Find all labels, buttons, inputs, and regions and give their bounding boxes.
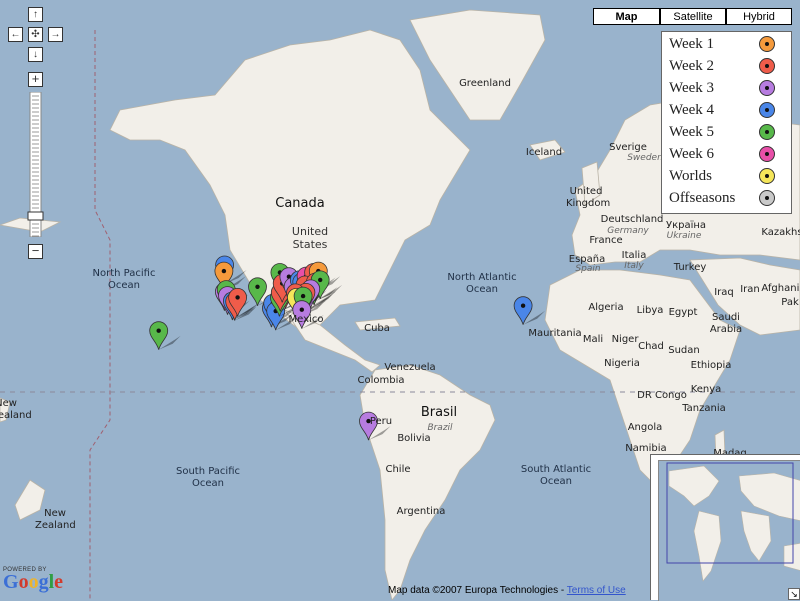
label-mauritania: Mauritania	[528, 328, 582, 339]
label-new-zealand-left: New Zealand	[0, 398, 32, 421]
zoom-out-button[interactable]: −	[28, 244, 43, 259]
label-cuba: Cuba	[364, 323, 390, 334]
label-brazil: Brazil	[427, 423, 453, 433]
label-nigeria: Nigeria	[604, 358, 640, 369]
label-greenland: Greenland	[459, 78, 511, 89]
map-type-satellite-button[interactable]: Satellite	[660, 8, 726, 25]
label-italy: Italy	[624, 261, 644, 271]
label-niger: Niger	[611, 334, 639, 345]
label-iran: Iran	[740, 284, 760, 295]
legend-label: Week 4	[669, 102, 715, 118]
map-copyright: Map data ©2007 Europa Technologies - Ter…	[388, 585, 626, 596]
label-sudan: Sudan	[668, 345, 700, 356]
legend-marker-icon	[759, 190, 775, 206]
label-namibia: Namibia	[625, 443, 667, 454]
label-sverige: Sverige	[609, 142, 647, 153]
overview-map-view[interactable]: ↘	[658, 460, 800, 601]
label-ukraina: Україна	[665, 220, 707, 231]
label-ethiopia: Ethiopia	[690, 360, 732, 371]
legend-label: Week 6	[669, 146, 715, 162]
label-iceland: Iceland	[525, 147, 563, 158]
label-pakistan: Pak	[781, 297, 799, 308]
label-iraq: Iraq	[714, 287, 734, 298]
label-north-pacific-ocean: North Pacific Ocean	[92, 268, 156, 291]
label-colombia: Colombia	[357, 375, 405, 386]
overview-map[interactable]: ↘	[650, 454, 800, 601]
label-afghanistan: Afghanis	[761, 283, 800, 294]
label-kazakhstan: Kazakhs	[761, 227, 800, 238]
zoom-in-button[interactable]: +	[28, 72, 43, 87]
terms-of-use-link[interactable]: Terms of Use	[567, 585, 626, 596]
legend-label: Offseasons	[669, 190, 736, 206]
google-logo[interactable]: POWERED BY Google	[3, 567, 64, 593]
label-sweden: Sweden	[627, 153, 663, 163]
label-south-atlantic-ocean: South Atlantic Ocean	[520, 464, 592, 487]
legend-label: Week 2	[669, 58, 715, 74]
label-france: France	[589, 235, 623, 246]
label-dr-congo: DR Congo	[637, 390, 687, 401]
label-deutschland: Deutschland	[600, 214, 664, 225]
legend-marker-icon	[759, 168, 775, 184]
pan-right-button[interactable]: →	[48, 27, 63, 42]
label-egypt: Egypt	[668, 307, 698, 318]
legend-marker-icon	[759, 102, 775, 118]
label-mexico: Mexico	[288, 314, 324, 325]
label-brasil: Brasil	[420, 405, 458, 420]
label-chad: Chad	[638, 341, 664, 352]
label-mali: Mali	[582, 334, 604, 345]
label-canada: Canada	[275, 196, 325, 211]
label-tanzania: Tanzania	[682, 403, 726, 414]
map-type-hybrid-button[interactable]: Hybrid	[726, 8, 792, 25]
legend-marker-icon	[759, 146, 775, 162]
map-legend: Week 1 Week 2 Week 3 Week 4 Week 5 Week 6 Worl…	[661, 31, 792, 214]
legend-marker-icon	[759, 80, 775, 96]
label-south-pacific-ocean: South Pacific Ocean	[175, 466, 241, 489]
label-united-kingdom: United Kingdom	[566, 186, 611, 209]
label-new-zealand: New Zealand	[35, 508, 76, 531]
label-peru: Peru	[369, 416, 393, 427]
label-saudi-arabia: Saudi Arabia	[709, 312, 743, 335]
label-angola: Angola	[627, 422, 663, 433]
label-venezuela: Venezuela	[384, 362, 436, 373]
legend-label: Week 3	[669, 80, 715, 96]
pan-down-button[interactable]: ↓	[28, 47, 43, 62]
google-wordmark: Google	[3, 571, 64, 593]
map-type-map-button[interactable]: Map	[593, 8, 660, 25]
pan-center-button[interactable]: ✣	[28, 27, 43, 42]
label-chile: Chile	[385, 464, 411, 475]
legend-label: Week 5	[669, 124, 715, 140]
zoom-slider-handle	[27, 211, 44, 221]
label-algeria: Algeria	[588, 302, 624, 313]
copyright-text: Map data ©2007 Europa Technologies -	[388, 585, 567, 596]
label-argentina: Argentina	[396, 506, 446, 517]
label-ukraine: Ukraine	[666, 231, 702, 241]
label-kenya: Kenya	[690, 384, 722, 395]
legend-label: Week 1	[669, 36, 715, 52]
legend-marker-icon	[759, 58, 775, 74]
legend-marker-icon	[759, 124, 775, 140]
pan-up-button[interactable]: ↑	[28, 7, 43, 22]
label-italia: Italia	[621, 250, 647, 261]
legend-marker-icon	[759, 36, 775, 52]
label-united-states: United States	[291, 225, 329, 251]
legend-label: Worlds	[669, 168, 712, 184]
label-turkey: Turkey	[673, 262, 707, 273]
zoom-slider[interactable]	[27, 92, 44, 237]
label-north-atlantic-ocean: North Atlantic Ocean	[447, 272, 517, 295]
label-libya: Libya	[636, 305, 664, 316]
label-bolivia: Bolivia	[397, 433, 431, 444]
pan-left-button[interactable]: ←	[8, 27, 23, 42]
overview-collapse-icon[interactable]: ↘	[788, 588, 800, 600]
label-spain: Spain	[575, 264, 601, 274]
